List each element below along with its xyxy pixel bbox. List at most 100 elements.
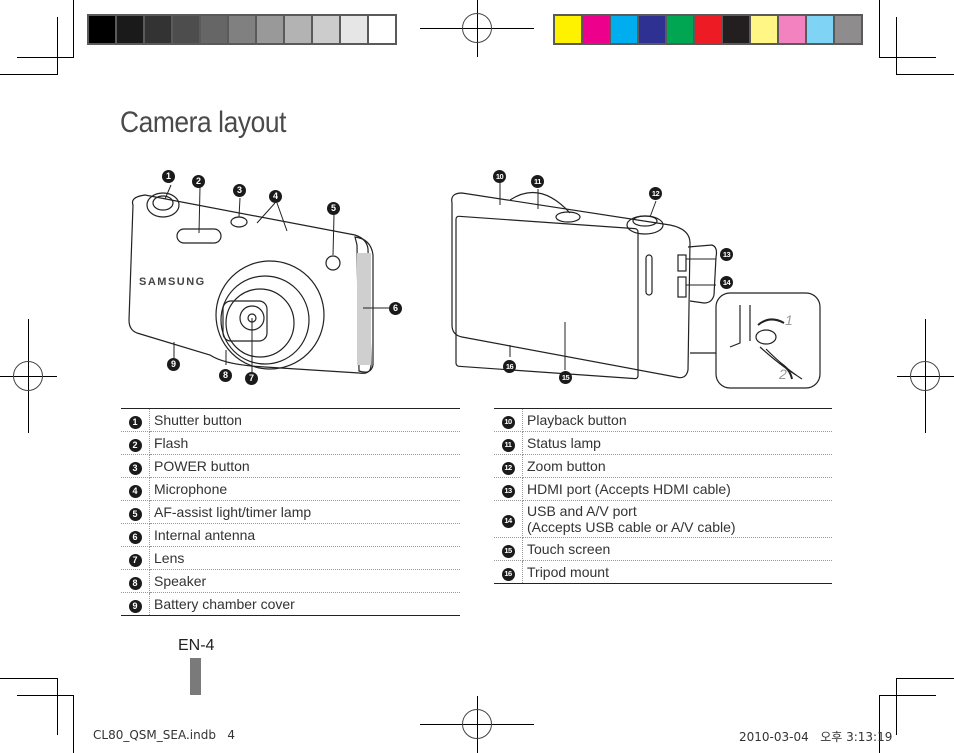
part-number-cell: 5: [121, 500, 150, 524]
part-label-cell: Playback button: [522, 408, 832, 432]
part-number-badge: 16: [501, 567, 515, 581]
part-label: Touch screen: [527, 541, 611, 557]
color-swatch: [611, 16, 637, 43]
callout-11: 11: [531, 175, 544, 188]
camera-front-illustration: SAMSUNG: [128, 184, 389, 374]
footer-date: 2010-03-04: [739, 730, 809, 744]
table-row: 16 Tripod mount: [494, 560, 833, 584]
part-label-cell: Tripod mount: [523, 561, 833, 584]
part-number-cell: 1: [121, 408, 150, 432]
part-number-cell: 7: [121, 546, 150, 570]
crop-mark: [879, 0, 880, 58]
strap-inset-frame: [715, 292, 821, 389]
part-label-cell: USB and A/V port (Accepts USB cable or A/…: [522, 500, 832, 538]
crop-mark: [73, 695, 74, 753]
color-swatch: [555, 16, 581, 43]
strap-step-2: 2: [778, 366, 787, 382]
part-label: Playback button: [527, 412, 627, 428]
grayscale-color-bar: [87, 14, 397, 45]
part-label-cell: Zoom button: [522, 454, 832, 478]
callout-7: 7: [245, 372, 258, 385]
part-number-cell: 11: [494, 431, 523, 455]
callout-9: 9: [167, 358, 180, 371]
footer-time: 오후 3:13:19: [820, 730, 893, 744]
color-swatch: [779, 16, 805, 43]
table-row: 9 Battery chamber cover: [121, 592, 460, 616]
callout-1: 1: [162, 170, 175, 183]
part-label: Zoom button: [527, 458, 606, 474]
callout-4: 4: [269, 190, 282, 203]
zoom-lever-shape: [626, 215, 664, 235]
part-label: Speaker: [154, 573, 207, 589]
part-label: Status lamp: [527, 435, 601, 451]
table-row: 11 Status lamp: [494, 431, 832, 455]
color-swatch: [117, 16, 143, 43]
page-title: Camera layout: [120, 106, 286, 139]
part-number-cell: 12: [494, 454, 523, 478]
part-number-badge: 7: [128, 553, 142, 567]
camera-body-back: [451, 192, 691, 379]
part-label: Flash: [154, 435, 189, 451]
table-row: 8 Speaker: [121, 569, 460, 593]
parts-table-back: 10 Playback button 11 Status lamp 12 Zoom but…: [494, 408, 832, 584]
crop-mark: [0, 678, 58, 679]
color-swatch: [639, 16, 665, 43]
color-swatch: [667, 16, 693, 43]
antenna-panel: [357, 253, 371, 365]
part-number-badge: 3: [128, 461, 142, 475]
table-row: 13 HDMI port (Accepts HDMI cable): [494, 477, 832, 501]
part-number-badge: 15: [501, 544, 515, 558]
part-label-cell: AF-assist light/timer lamp: [149, 500, 460, 524]
part-number-cell: 16: [494, 560, 523, 584]
part-label-cell: Shutter button: [149, 408, 460, 432]
crop-mark: [896, 678, 954, 679]
part-number-badge: 1: [128, 415, 142, 429]
table-row: 5 AF-assist light/timer lamp: [121, 500, 460, 524]
port-cover: [687, 244, 718, 304]
callout-15: 15: [559, 371, 572, 384]
color-swatch: [229, 16, 255, 43]
strap-step-1: 1: [785, 312, 793, 328]
color-swatch: [835, 16, 861, 43]
footer-file: CL80_QSM_SEA.indb 4: [93, 728, 235, 742]
part-number-cell: 6: [121, 523, 150, 547]
callout-13: 13: [720, 248, 733, 261]
table-row: 4 Microphone: [121, 477, 460, 501]
color-swatch: [313, 16, 339, 43]
crop-mark: [896, 678, 897, 735]
color-swatch: [145, 16, 171, 43]
callout-10: 10: [493, 170, 506, 183]
part-label-cell: Status lamp: [522, 431, 832, 455]
color-swatch: [723, 16, 749, 43]
color-swatch: [89, 16, 115, 43]
part-label: HDMI port (Accepts HDMI cable): [527, 481, 731, 497]
part-number-cell: 8: [121, 569, 150, 593]
part-label: POWER button: [154, 458, 250, 474]
lens-barrel-outer: [215, 260, 325, 370]
part-number-badge: 13: [501, 484, 515, 498]
part-label: AF-assist light/timer lamp: [154, 504, 312, 520]
footer-file-page: 4: [227, 728, 236, 742]
part-number-badge: 6: [128, 530, 142, 544]
footer-filename: CL80_QSM_SEA.indb: [93, 728, 216, 742]
callout-6: 6: [389, 302, 402, 315]
callout-3: 3: [233, 184, 246, 197]
part-label-cell: Speaker: [149, 569, 460, 593]
crop-mark: [17, 695, 74, 696]
color-swatch: [201, 16, 227, 43]
part-number-badge: 5: [128, 507, 142, 521]
crop-mark: [57, 17, 58, 74]
part-number-badge: 14: [501, 514, 515, 528]
crop-mark: [17, 57, 74, 58]
callout-12: 12: [649, 187, 662, 200]
part-label-cell: Microphone: [149, 477, 460, 501]
crop-mark: [57, 678, 58, 735]
part-number-badge: 10: [501, 415, 515, 429]
crop-mark: [0, 74, 58, 75]
table-row: 10 Playback button: [494, 408, 832, 432]
power-button-shape: [230, 216, 248, 228]
callout-14: 14: [720, 276, 733, 289]
callout-16: 16: [503, 360, 516, 373]
crop-mark: [73, 0, 74, 58]
footer-timestamp: 2010-03-04 오후 3:13:19: [739, 728, 892, 745]
